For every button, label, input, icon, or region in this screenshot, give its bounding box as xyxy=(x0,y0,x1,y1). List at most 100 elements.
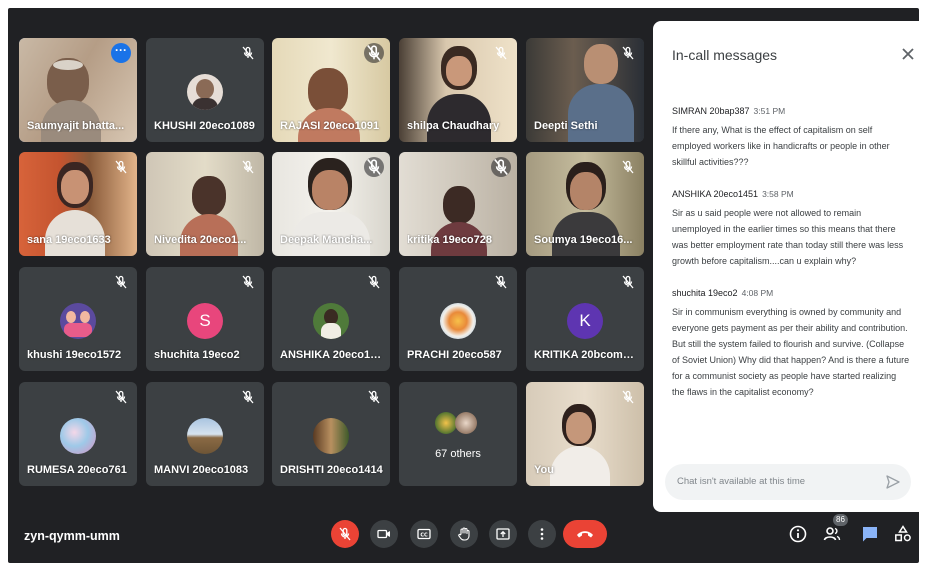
participant-name: Soumya 19eco16... xyxy=(534,234,633,246)
self-tile[interactable]: You xyxy=(526,382,644,486)
others-count: 67 others xyxy=(435,448,481,460)
message-list: SIMRAN 20bap387 3:51 PM If there any, Wha… xyxy=(672,101,910,414)
participant-name: shuchita 19eco2 xyxy=(154,349,240,361)
hang-up-button[interactable] xyxy=(563,520,607,548)
mic-off-icon xyxy=(620,274,636,290)
participant-name: Saumyajit bhatta... xyxy=(27,120,125,132)
participant-tile[interactable]: Soumya 19eco16... xyxy=(526,152,644,256)
participant-name: Deepak Mancha... xyxy=(280,234,373,246)
svg-text:CC: CC xyxy=(420,533,428,539)
participant-name: DRISHTI 20eco1414 xyxy=(280,464,383,476)
participant-tile[interactable]: ANSHIKA 20eco14... xyxy=(272,267,390,371)
captions-button[interactable]: CC xyxy=(410,520,438,548)
captions-icon: CC xyxy=(417,528,431,540)
mic-off-icon xyxy=(240,45,256,61)
participant-name: RAJASI 20eco1091 xyxy=(280,120,380,132)
message-text: Sir in communism everything is owned by … xyxy=(672,307,910,397)
participant-tile[interactable]: KHUSHI 20eco1089 xyxy=(146,38,264,142)
mic-off-icon xyxy=(240,159,256,175)
message-sender: SIMRAN 20bap387 xyxy=(672,106,750,116)
message-text: If there any, What is the effect of capi… xyxy=(672,125,890,167)
participant-avatar xyxy=(455,412,477,434)
participant-name: PRACHI 20eco587 xyxy=(407,349,502,361)
chat-input-placeholder: Chat isn't available at this time xyxy=(677,476,806,487)
more-options-icon[interactable]: ··· xyxy=(111,43,131,63)
participant-avatar xyxy=(313,303,349,339)
send-icon[interactable] xyxy=(885,474,901,490)
participant-tile[interactable]: S shuchita 19eco2 xyxy=(146,267,264,371)
mic-off-icon xyxy=(240,274,256,290)
participant-tile[interactable]: K KRITIKA 20bcomh... xyxy=(526,267,644,371)
participant-avatar xyxy=(313,418,349,454)
activities-icon[interactable] xyxy=(893,524,913,544)
mic-off-icon xyxy=(620,159,636,175)
meeting-stage: ··· Saumyajit bhatta... KHUSHI 20eco1089… xyxy=(8,8,919,563)
chat-icon[interactable] xyxy=(860,524,880,544)
close-icon[interactable] xyxy=(899,45,917,63)
participant-name: kritika 19eco728 xyxy=(407,234,493,246)
participant-tile[interactable]: kritika 19eco728 xyxy=(399,152,517,256)
mic-off-icon xyxy=(113,159,129,175)
info-icon[interactable] xyxy=(788,524,808,544)
participant-name: khushi 19eco1572 xyxy=(27,349,122,361)
hang-up-icon xyxy=(577,531,593,538)
participant-name: MANVI 20eco1083 xyxy=(154,464,249,476)
participant-name: shilpa Chaudhary xyxy=(407,120,500,132)
participant-avatar xyxy=(187,74,223,110)
mic-off-icon xyxy=(493,274,509,290)
participant-tile[interactable]: MANVI 20eco1083 xyxy=(146,382,264,486)
mic-toggle-button[interactable] xyxy=(331,520,359,548)
participant-name: KRITIKA 20bcomh... xyxy=(534,349,638,361)
participant-avatar xyxy=(60,418,96,454)
participant-avatar: S xyxy=(187,303,223,339)
panel-title: In-call messages xyxy=(672,47,778,63)
participant-tile[interactable]: shilpa Chaudhary xyxy=(399,38,517,142)
chat-message: shuchita 19eco2 4:08 PM Sir in communism … xyxy=(672,283,910,400)
mic-off-icon xyxy=(113,274,129,290)
mic-off-icon xyxy=(339,527,351,541)
message-time: 3:58 PM xyxy=(762,189,794,199)
participant-tile[interactable]: Nivedita 20eco1... xyxy=(146,152,264,256)
participant-avatar xyxy=(60,303,96,339)
participant-name: ANSHIKA 20eco14... xyxy=(280,349,384,361)
mic-off-icon xyxy=(240,389,256,405)
message-time: 4:08 PM xyxy=(741,288,774,298)
others-tile[interactable]: 67 others xyxy=(399,382,517,486)
mic-off-icon xyxy=(491,157,511,177)
mic-off-icon xyxy=(364,157,384,177)
participant-tile[interactable]: khushi 19eco1572 xyxy=(19,267,137,371)
message-text: Sir as u said people were not allowed to… xyxy=(672,208,904,266)
present-icon xyxy=(496,528,510,540)
participant-tile[interactable]: sana 19eco1633 xyxy=(19,152,137,256)
mic-off-icon xyxy=(364,43,384,63)
participant-tile[interactable]: Deepti Sethi xyxy=(526,38,644,142)
mic-off-icon xyxy=(493,45,509,61)
participant-tile[interactable]: RUMESA 20eco761 xyxy=(19,382,137,486)
participant-tile[interactable]: DRISHTI 20eco1414 xyxy=(272,382,390,486)
camera-icon xyxy=(377,529,390,539)
chat-input[interactable]: Chat isn't available at this time xyxy=(665,464,911,500)
camera-toggle-button[interactable] xyxy=(370,520,398,548)
participant-avatar xyxy=(440,303,476,339)
present-button[interactable] xyxy=(489,520,517,548)
mic-off-icon xyxy=(366,389,382,405)
message-time: 3:51 PM xyxy=(753,106,786,116)
participant-tile[interactable]: ··· Saumyajit bhatta... xyxy=(19,38,137,142)
participant-name: Nivedita 20eco1... xyxy=(154,234,247,246)
participant-avatar: K xyxy=(567,303,603,339)
mic-off-icon xyxy=(620,45,636,61)
more-options-button[interactable] xyxy=(528,520,556,548)
message-sender: shuchita 19eco2 xyxy=(672,288,738,298)
participant-tile[interactable]: Deepak Mancha... xyxy=(272,152,390,256)
participant-name: Deepti Sethi xyxy=(534,120,598,132)
participant-tile[interactable]: PRACHI 20eco587 xyxy=(399,267,517,371)
chat-message: ANSHIKA 20eco1451 3:58 PM Sir as u said p… xyxy=(672,184,910,269)
participant-tile[interactable]: RAJASI 20eco1091 xyxy=(272,38,390,142)
raise-hand-button[interactable] xyxy=(450,520,478,548)
participant-name: sana 19eco1633 xyxy=(27,234,111,246)
more-options-icon xyxy=(540,528,544,540)
participant-name: KHUSHI 20eco1089 xyxy=(154,120,255,132)
participant-avatar xyxy=(187,418,223,454)
chat-panel: In-call messages SIMRAN 20bap387 3:51 PM … xyxy=(653,21,919,512)
people-icon[interactable] xyxy=(822,524,842,544)
